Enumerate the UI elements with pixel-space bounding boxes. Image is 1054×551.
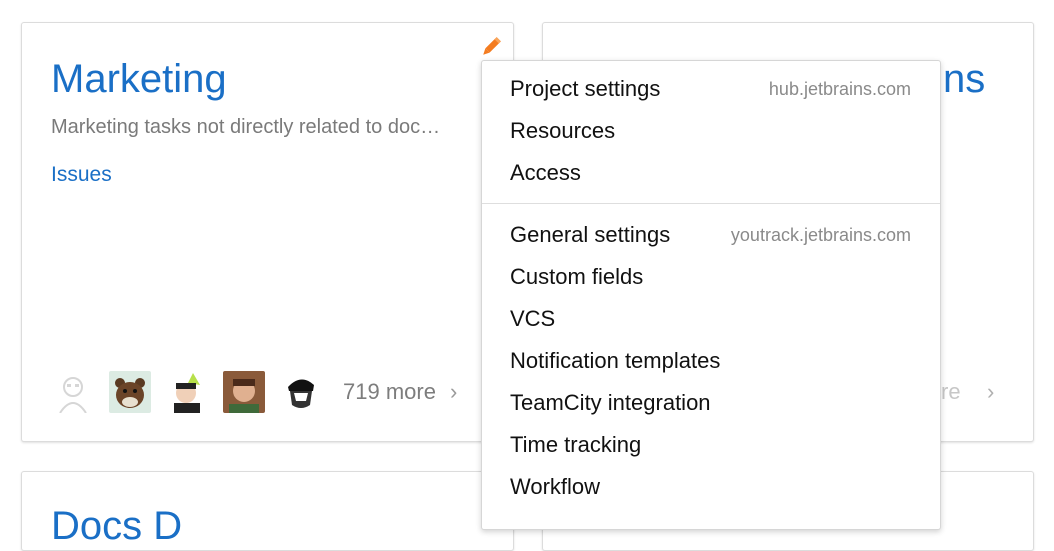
menu-host-label: youtrack.jetbrains.com	[730, 225, 911, 245]
avatar-portrait[interactable]	[280, 371, 322, 413]
avatar-party-kid[interactable]	[166, 371, 208, 413]
menu-item-time-tracking[interactable]: Time tracking	[510, 432, 641, 458]
menu-item-notification-templates[interactable]: Notification templates	[510, 348, 720, 374]
project-title[interactable]: Docs D	[51, 502, 182, 550]
chevron-right-icon[interactable]: ›	[450, 379, 457, 405]
chevron-right-icon[interactable]: ›	[987, 379, 994, 405]
project-description: Marketing tasks not directly related to …	[51, 116, 441, 138]
menu-item-workflow[interactable]: Workflow	[510, 474, 600, 500]
menu-item-custom-fields[interactable]: Custom fields	[510, 264, 643, 290]
pencil-icon[interactable]	[479, 35, 503, 59]
project-members: 719 more ›	[52, 370, 457, 414]
project-card-bottom-left: Docs D	[21, 471, 514, 551]
avatar-man[interactable]	[223, 371, 265, 413]
menu-item-access[interactable]: Access	[510, 160, 581, 186]
more-members-label[interactable]: 719 more	[343, 379, 436, 405]
menu-item-vcs[interactable]: VCS	[510, 306, 555, 332]
menu-item-resources[interactable]: Resources	[510, 118, 615, 144]
more-members-label[interactable]: re	[941, 379, 961, 405]
avatar-default[interactable]	[52, 371, 94, 413]
avatar-bear[interactable]	[109, 371, 151, 413]
issues-link[interactable]: Issues	[51, 163, 112, 187]
project-title[interactable]: ns	[943, 55, 985, 103]
menu-divider	[482, 203, 940, 204]
menu-host-label: hub.jetbrains.com	[768, 79, 911, 99]
menu-item-teamcity-integration[interactable]: TeamCity integration	[510, 390, 711, 416]
settings-dropdown-menu: Project settings hub.jetbrains.com Resou…	[481, 60, 941, 530]
menu-item-project-settings[interactable]: Project settings	[510, 76, 660, 102]
project-card-marketing: Marketing Marketing tasks not directly r…	[21, 22, 514, 442]
project-title[interactable]: Marketing	[51, 55, 227, 103]
menu-item-general-settings[interactable]: General settings	[510, 222, 670, 248]
